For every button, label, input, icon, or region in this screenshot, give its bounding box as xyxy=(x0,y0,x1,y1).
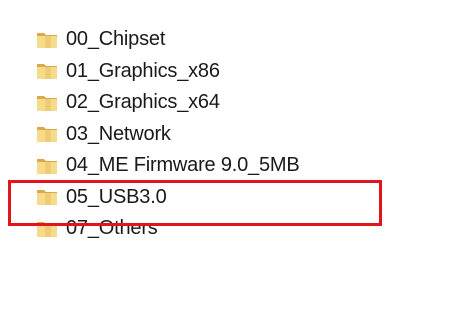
folder-icon xyxy=(37,95,57,111)
folder-icon xyxy=(37,158,57,174)
folder-label: 05_USB3.0 xyxy=(66,185,167,208)
folder-item-03-network[interactable]: 03_Network xyxy=(36,119,299,151)
folder-label: 03_Network xyxy=(66,122,171,145)
folder-item-01-graphics-x86[interactable]: 01_Graphics_x86 xyxy=(36,56,299,88)
folder-label: 02_Graphics_x64 xyxy=(66,91,220,114)
folder-item-07-others[interactable]: 07_Others xyxy=(36,213,299,245)
folder-icon xyxy=(37,127,57,143)
folder-icon xyxy=(37,64,57,80)
folder-item-04-me-firmware[interactable]: 04_ME Firmware 9.0_5MB xyxy=(36,150,300,182)
folder-item-05-usb3[interactable]: 05_USB3.0 xyxy=(36,182,299,214)
folder-icon xyxy=(37,221,57,237)
folder-label: 04_ME Firmware 9.0_5MB xyxy=(66,154,300,177)
folder-icon xyxy=(37,32,57,48)
folder-item-02-graphics-x64[interactable]: 02_Graphics_x64 xyxy=(36,87,299,119)
folder-icon xyxy=(37,190,57,206)
folder-label: 07_Others xyxy=(66,217,158,240)
folder-label: 01_Graphics_x86 xyxy=(66,59,220,82)
folder-item-00-chipset[interactable]: 00_Chipset xyxy=(36,24,299,56)
folder-list: 00_Chipset 01_Graphics_x86 02_Graphics_x… xyxy=(36,24,300,245)
folder-label: 00_Chipset xyxy=(66,28,166,51)
file-explorer-view: 00_Chipset 01_Graphics_x86 02_Graphics_x… xyxy=(0,0,467,320)
